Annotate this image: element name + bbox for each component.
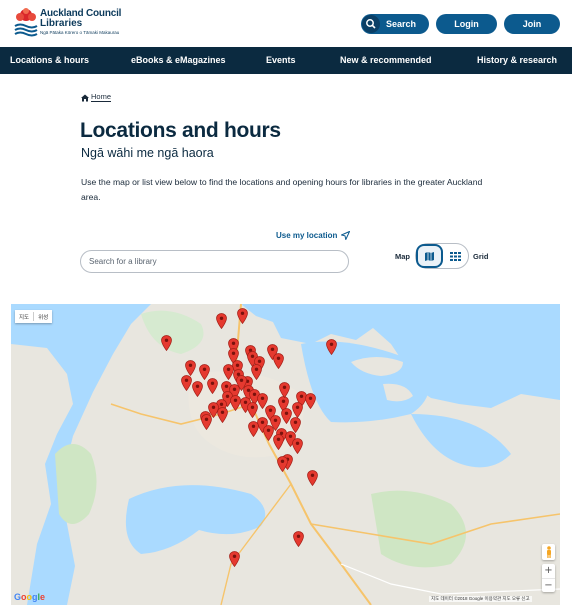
auckland-libraries-logo[interactable]: Auckland Council Libraries Ngā Pātaka Kō… [13, 6, 143, 38]
join-button[interactable]: Join [504, 14, 560, 34]
pegman-icon [546, 546, 551, 558]
site-header: Auckland Council Libraries Ngā Pātaka Kō… [0, 0, 572, 47]
page-title: Locations and hours [80, 119, 281, 142]
library-marker-icon[interactable] [217, 407, 228, 423]
nav-item-locations-hours[interactable]: Locations & hours [10, 47, 89, 74]
library-marker-icon[interactable] [305, 393, 316, 409]
nav-item-events[interactable]: Events [266, 47, 296, 74]
library-marker-icon[interactable] [292, 438, 303, 454]
library-map[interactable]: 지도 위성 + − Google 지도 데이터 ©2018 Google 이용약… [11, 304, 560, 605]
use-my-location-link[interactable]: Use my location [276, 231, 351, 240]
library-search-field[interactable] [80, 250, 349, 273]
location-arrow-icon [341, 231, 351, 240]
page-intro: Use the map or list view below to find t… [81, 177, 483, 202]
zoom-out-button[interactable]: − [542, 578, 555, 592]
page-subtitle: Ngā wāhi me ngā haora [81, 146, 214, 160]
nav-item-history-research[interactable]: History & research [477, 47, 557, 74]
login-button[interactable]: Login [436, 14, 497, 34]
library-marker-icon[interactable] [293, 531, 304, 547]
home-icon [81, 94, 89, 101]
breadcrumb-home-link[interactable]: Home [91, 93, 112, 102]
library-marker-icon[interactable] [292, 402, 303, 418]
library-marker-icon[interactable] [201, 414, 212, 430]
street-view-pegman[interactable] [542, 544, 555, 560]
search-icon-wrap [362, 15, 380, 33]
library-marker-icon[interactable] [279, 382, 290, 398]
library-marker-icon[interactable] [237, 308, 248, 324]
library-marker-icon[interactable] [248, 421, 259, 437]
logo-line3: Ngā Pātaka Kōrero o Tāmaki Makaurau [40, 30, 120, 35]
library-marker-icon[interactable] [247, 402, 258, 418]
zoom-in-button[interactable]: + [542, 564, 555, 578]
library-marker-icon[interactable] [216, 313, 227, 329]
google-logo: Google [14, 592, 46, 602]
library-marker-icon[interactable] [273, 434, 284, 450]
map-view-button[interactable] [416, 244, 443, 268]
library-marker-icon[interactable] [251, 364, 262, 380]
library-marker-icon[interactable] [326, 339, 337, 355]
library-marker-icon[interactable] [229, 551, 240, 567]
view-map-label: Map [395, 252, 410, 261]
library-marker-icon[interactable] [192, 381, 203, 397]
breadcrumb: Home [81, 93, 112, 102]
nav-item-ebooks[interactable]: eBooks & eMagazines [131, 47, 226, 74]
library-marker-icon[interactable] [307, 470, 318, 486]
library-marker-icon[interactable] [290, 417, 301, 433]
pohutukawa-logo-icon [14, 8, 38, 37]
view-toggle: Map Grid [395, 243, 495, 269]
grid-view-button[interactable] [443, 244, 468, 268]
library-marker-icon[interactable] [185, 360, 196, 376]
view-grid-label: Grid [473, 252, 489, 261]
library-marker-icon[interactable] [207, 378, 218, 394]
library-marker-icon[interactable] [161, 335, 172, 351]
map-type-map-button[interactable]: 지도 [15, 313, 33, 321]
nav-item-new-recommended[interactable]: New & recommended [340, 47, 432, 74]
map-type-control: 지도 위성 [15, 310, 53, 323]
library-search-input[interactable] [89, 254, 339, 269]
logo-line2: Libraries [40, 18, 83, 29]
map-type-satellite-button[interactable]: 위성 [34, 313, 52, 321]
library-marker-icon[interactable] [273, 353, 284, 369]
library-marker-icon[interactable] [181, 375, 192, 391]
zoom-control: + − [542, 564, 555, 592]
grid-icon [450, 251, 461, 261]
use-my-location-label: Use my location [276, 231, 338, 240]
library-marker-icon[interactable] [277, 456, 288, 472]
search-button[interactable]: Search [361, 14, 429, 34]
map-icon [425, 251, 434, 261]
search-icon [366, 19, 376, 29]
main-nav: Locations & hours eBooks & eMagazines Ev… [0, 47, 572, 74]
map-attribution[interactable]: 지도 데이터 ©2018 Google 이용약관 지도 오류 신고 [429, 596, 532, 602]
search-button-label: Search [385, 19, 417, 29]
